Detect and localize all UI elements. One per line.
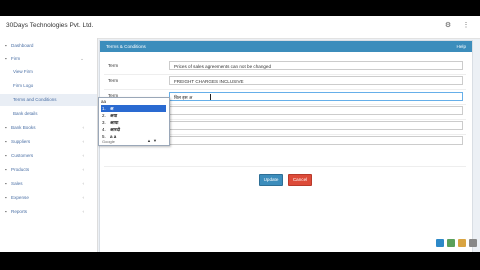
gear-icon[interactable]: ⚙ xyxy=(444,22,452,30)
app-window: 30Days Technologies Pvt. Ltd. ⚙ ⋮ ▪ Dash… xyxy=(0,16,480,252)
book-icon: ▪ xyxy=(5,125,7,130)
chevron-left-icon: ‹ xyxy=(82,181,84,186)
ime-composition: aa xyxy=(101,99,107,104)
term-input[interactable] xyxy=(169,136,463,145)
ime-candidate[interactable]: 1. अ xyxy=(101,105,166,112)
row-divider xyxy=(104,166,466,167)
sidebar-item-expense[interactable]: ▪ Expense ‹ xyxy=(0,192,97,204)
help-link[interactable]: Help xyxy=(457,41,466,52)
terms-panel: Terms & Conditions Help Term Prices of s… xyxy=(99,40,473,252)
sidebar-item-reports[interactable]: ▪ Reports ‹ xyxy=(0,206,97,218)
term-label: Term xyxy=(108,63,119,68)
panel-title: Terms & Conditions xyxy=(106,44,146,49)
app-tray-icon[interactable] xyxy=(469,239,477,247)
sidebar-subitem-view-firm[interactable]: View Firm xyxy=(0,66,97,78)
chevron-left-icon: ‹ xyxy=(82,195,84,200)
brand-title: 30Days Technologies Pvt. Ltd. xyxy=(6,22,94,29)
sidebar-item-products[interactable]: ▪ Products ‹ xyxy=(0,164,97,176)
chevron-down-icon: ⌄ xyxy=(80,56,84,61)
update-button[interactable]: Update xyxy=(259,174,283,186)
ime-page-arrows-icon[interactable]: ▲▼ xyxy=(147,138,159,143)
term-input-text: बिल इस अ xyxy=(174,95,193,100)
ime-candidate[interactable]: 4. आरदो xyxy=(101,126,166,133)
building-icon: ▪ xyxy=(5,56,7,61)
cancel-button[interactable]: Cancel xyxy=(288,174,312,186)
sidebar-subitem-firm-logo[interactable]: Firm Logo xyxy=(0,80,97,92)
sidebar-item-suppliers[interactable]: ▪ Suppliers ‹ xyxy=(0,136,97,148)
term-input[interactable] xyxy=(169,121,463,130)
chevron-left-icon: ‹ xyxy=(82,139,84,144)
sidebar-subitem-bank-details[interactable]: Bank details xyxy=(0,108,97,120)
more-vert-icon[interactable]: ⋮ xyxy=(462,22,470,30)
ime-candidate[interactable]: 3. आया xyxy=(101,119,166,126)
chart-icon: ▪ xyxy=(5,209,7,214)
users-icon: ▪ xyxy=(5,153,7,158)
sidebar-item-sales[interactable]: ▪ Sales ‹ xyxy=(0,178,97,190)
wallet-icon: ▪ xyxy=(5,195,7,200)
home-icon: ▪ xyxy=(5,43,7,48)
sidebar-item-firm[interactable]: ▪ Firm ⌄ xyxy=(0,53,97,65)
text-caret xyxy=(210,94,211,100)
app-tray-icon[interactable] xyxy=(436,239,444,247)
chevron-left-icon: ‹ xyxy=(82,125,84,130)
term-input[interactable]: Prices of sales agreements can not be ch… xyxy=(169,61,463,70)
sidebar-item-customers[interactable]: ▪ Customers ‹ xyxy=(0,150,97,162)
sidebar-subitem-terms[interactable]: Terms and Conditions xyxy=(0,94,97,106)
sidebar-item-dashboard[interactable]: ▪ Dashboard xyxy=(0,40,97,52)
term-input-active[interactable]: बिल इस अ xyxy=(169,92,463,101)
term-input[interactable] xyxy=(169,106,463,115)
sidebar: ▪ Dashboard ▪ Firm ⌄ View Firm Firm Logo… xyxy=(0,38,98,252)
cart-icon: ▪ xyxy=(5,167,7,172)
term-input[interactable]: FREIGHT CHARGES INCLUSIVE xyxy=(169,76,463,85)
tag-icon: ▪ xyxy=(5,181,7,186)
truck-icon: ▪ xyxy=(5,139,7,144)
top-navbar: 30Days Technologies Pvt. Ltd. ⚙ ⋮ xyxy=(0,16,480,39)
chevron-left-icon: ‹ xyxy=(82,153,84,158)
ime-candidate-dropdown[interactable]: aa 1. अ 2. अया 3. आया 4. आरदो 5. a a Google ▲… xyxy=(98,97,170,146)
term-label: Term xyxy=(108,78,119,83)
ime-candidate[interactable]: 2. अया xyxy=(101,112,166,119)
app-tray-icon[interactable] xyxy=(447,239,455,247)
chevron-left-icon: ‹ xyxy=(82,167,84,172)
ime-provider-label: Google xyxy=(102,139,115,144)
sidebar-item-bank-books[interactable]: ▪ Bank Books ‹ xyxy=(0,122,97,134)
row-divider xyxy=(104,74,466,75)
app-tray-icon[interactable] xyxy=(458,239,466,247)
row-divider xyxy=(104,89,466,90)
panel-header: Terms & Conditions Help xyxy=(100,41,472,52)
chevron-left-icon: ‹ xyxy=(82,209,84,214)
